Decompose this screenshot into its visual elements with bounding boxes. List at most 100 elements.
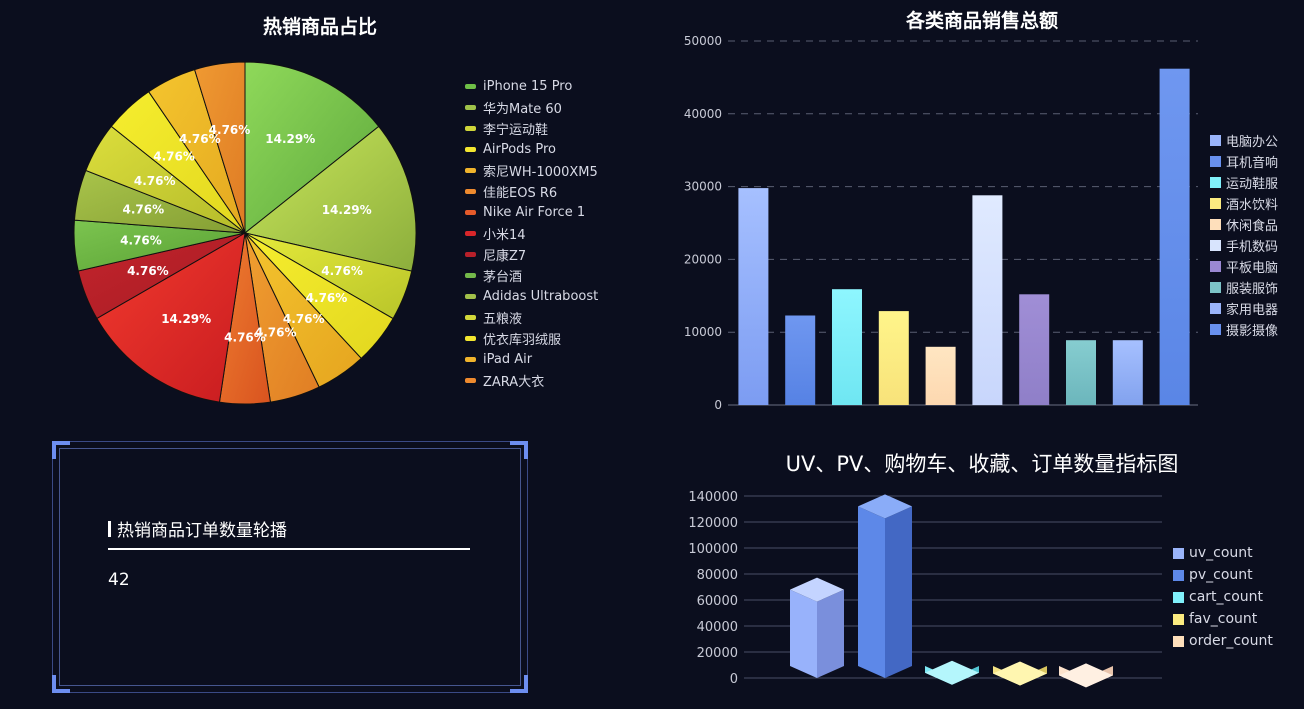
bar-y-tick-label: 20000 <box>684 252 722 266</box>
bar-legend-item[interactable]: 电脑办公 <box>1210 130 1278 151</box>
bar-legend-item[interactable]: 手机数码 <box>1210 235 1278 256</box>
metrics-legend: uv_count pv_count cart_count fav_countorder… <box>1173 542 1273 652</box>
pie-legend-swatch <box>465 294 476 299</box>
metrics-y-tick-label: 140000 <box>688 490 738 505</box>
pie-legend-item[interactable]: Adidas Ultraboost <box>465 286 598 307</box>
bar-legend-swatch <box>1210 261 1221 272</box>
metrics-legend-item[interactable]: order_count <box>1173 630 1273 652</box>
bar-legend-swatch <box>1210 324 1221 335</box>
metrics-bar-top-face <box>1059 663 1113 688</box>
bar-legend-label: 耳机音响 <box>1226 156 1279 171</box>
bar-legend-item[interactable]: 休闲食品 <box>1210 214 1278 235</box>
pie-value-label: 4.76% <box>120 234 162 248</box>
pie-legend-item[interactable]: 优衣库羽绒服 <box>465 328 598 349</box>
pie-value-label: 4.76% <box>224 330 266 344</box>
bar[interactable] <box>1159 68 1190 405</box>
pie-legend-item[interactable]: iPad Air <box>465 349 598 370</box>
metrics-legend-item[interactable]: cart_count <box>1173 586 1273 608</box>
pie-legend-item[interactable]: 尼康Z7 <box>465 244 598 265</box>
metrics-bar-chart-panel: UV、PV、购物车、收藏、订单数量指标图 0 20000 40000 60000 800… <box>640 440 1304 709</box>
bar-legend-label: 家用电器 <box>1226 303 1279 318</box>
pie-legend-swatch <box>465 210 476 215</box>
bar-legend-item[interactable]: 运动鞋服 <box>1210 172 1278 193</box>
pie-value-label: 4.76% <box>134 174 176 188</box>
metrics-legend-swatch <box>1173 613 1184 625</box>
bar-legend-label: 运动鞋服 <box>1226 177 1279 192</box>
bar[interactable] <box>972 195 1003 405</box>
bar-legend-swatch <box>1210 156 1221 167</box>
bar[interactable] <box>1019 294 1050 405</box>
pie-legend-item[interactable]: 五粮液 <box>465 307 598 328</box>
bar-legend-item[interactable]: 家用电器 <box>1210 298 1278 319</box>
pie-legend-item[interactable]: iPhone 15 Pro <box>465 76 598 97</box>
bar-y-tick-label: 40000 <box>684 107 722 121</box>
metrics-legend-label: order_count <box>1189 633 1273 649</box>
pie-legend-swatch <box>465 315 476 320</box>
bar[interactable] <box>832 289 862 405</box>
metrics-legend-item[interactable]: pv_count <box>1173 564 1273 586</box>
pie-legend-item[interactable]: ZARA大衣 <box>465 370 598 391</box>
bar[interactable] <box>878 311 909 405</box>
metrics-bar-3d[interactable] <box>1059 663 1113 688</box>
pie-legend-item[interactable]: 李宁运动鞋 <box>465 118 598 139</box>
pie-legend-label: 李宁运动鞋 <box>483 123 549 138</box>
metrics-bar-top-face <box>993 661 1047 686</box>
pie-legend-item[interactable]: AirPods Pro <box>465 139 598 160</box>
metrics-legend-item[interactable]: uv_count <box>1173 542 1273 564</box>
bar-legend-item[interactable]: 酒水饮料 <box>1210 193 1278 214</box>
pie-legend-item[interactable]: 茅台酒 <box>465 265 598 286</box>
metrics-legend-label: cart_count <box>1189 589 1264 605</box>
pie-legend-label: 索尼WH-1000XM5 <box>483 165 598 180</box>
pie-legend-item[interactable]: Nike Air Force 1 <box>465 202 598 223</box>
pie-value-label: 4.76% <box>127 264 169 278</box>
ticker-inner-frame <box>59 448 521 686</box>
bar-legend-item[interactable]: 服装服饰 <box>1210 277 1278 298</box>
bar[interactable] <box>738 188 769 405</box>
pie-legend-item[interactable]: 索尼WH-1000XM5 <box>465 160 598 181</box>
bar-legend-label: 摄影摄像 <box>1226 324 1279 339</box>
bar[interactable] <box>785 315 816 406</box>
metrics-bar-3d[interactable] <box>925 660 979 685</box>
metrics-y-tick-label: 120000 <box>688 516 738 531</box>
bar-legend-item[interactable]: 平板电脑 <box>1210 256 1278 277</box>
pie-value-label: 4.76% <box>283 312 325 326</box>
pie-legend-swatch <box>465 357 476 362</box>
pie-legend-swatch <box>465 147 476 152</box>
metrics-y-tick-label: 20000 <box>697 646 738 661</box>
pie-legend-label: iPad Air <box>483 352 533 367</box>
pie-legend-swatch <box>465 84 476 89</box>
bar[interactable] <box>1066 340 1096 405</box>
bar-legend-swatch <box>1210 177 1221 188</box>
pie-value-label: 14.29% <box>322 203 372 217</box>
bar-legend-label: 服装服饰 <box>1226 282 1279 297</box>
metrics-bar-3d[interactable] <box>790 577 844 678</box>
metrics-bar-3d[interactable] <box>858 494 912 678</box>
sales-bar-chart-panel: 各类商品销售总额 0 10000 20000 30000 40000 50000 电脑办公… <box>640 0 1304 430</box>
bar-legend-swatch <box>1210 240 1221 251</box>
pie-legend-swatch <box>465 126 476 131</box>
frame-corner-bottom-left <box>52 675 70 693</box>
sales-bar-chart: 0 10000 20000 30000 40000 50000 <box>684 34 1198 412</box>
pie-legend-label: AirPods Pro <box>483 142 556 157</box>
metrics-bar-top-face <box>925 660 979 685</box>
bar-legend-label: 电脑办公 <box>1226 135 1279 150</box>
pie-legend-label: 尼康Z7 <box>483 249 527 264</box>
metrics-bar-right-face <box>885 506 912 678</box>
ticker-divider <box>108 548 470 550</box>
pie-legend-label: Adidas Ultraboost <box>483 289 599 304</box>
pie-legend-label: 五粮液 <box>483 312 523 327</box>
metrics-bar-3d[interactable] <box>993 661 1047 686</box>
metrics-legend-swatch <box>1173 591 1184 603</box>
bar[interactable] <box>1112 340 1143 405</box>
metrics-y-tick-label: 0 <box>730 672 738 687</box>
pie-legend-item[interactable]: 小米14 <box>465 223 598 244</box>
metrics-legend-label: fav_count <box>1189 611 1258 627</box>
ticker-panel: 热销商品订单数量轮播 42 <box>52 441 528 693</box>
pie-legend-item[interactable]: 华为Mate 60 <box>465 97 598 118</box>
bar-legend-item[interactable]: 摄影摄像 <box>1210 319 1278 340</box>
metrics-bar-right-face <box>817 589 844 678</box>
bar-legend-item[interactable]: 耳机音响 <box>1210 151 1278 172</box>
pie-legend-item[interactable]: 佳能EOS R6 <box>465 181 598 202</box>
metrics-legend-item[interactable]: fav_count <box>1173 608 1273 630</box>
bar[interactable] <box>925 346 956 405</box>
